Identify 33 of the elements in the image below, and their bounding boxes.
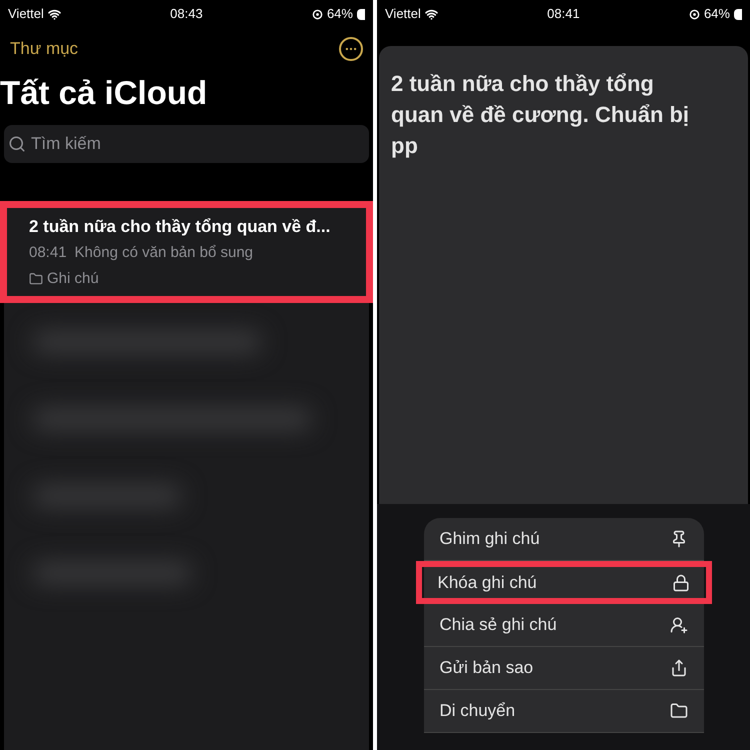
page-title: Tất cả iCloud [0,76,208,108]
note-row[interactable]: 2 tuần nữa cho thầy tổng quan về đ... 08:41 Không có văn bản bổ sung Ghi chú [0,200,373,303]
share-icon [670,659,688,677]
note-title: 2 tuần nữa cho thầy tổng quan về đ... [29,216,332,238]
note-preview-text: 2 tuần nữa cho thầy tổng quan về đề cương. Chuẩn bị pp [391,70,690,160]
status-time: 08:41 [547,5,580,24]
carrier-name: Viettel [385,5,421,24]
orientation-lock-icon [312,8,323,20]
note-preview: Không có văn bản bổ sung [74,243,254,263]
battery-icon [356,8,365,20]
orientation-lock-icon [688,8,700,20]
status-time: 08:43 [170,5,203,24]
lock-icon [672,574,690,592]
menu-item[interactable]: Khóa ghi chú [416,561,712,604]
menu-item[interactable]: Chia sẻ ghi chú [424,604,704,647]
battery-icon [734,8,742,20]
note-time: 08:41 [29,243,67,263]
wifi-icon [48,8,61,20]
folder-icon [670,702,688,720]
search-icon [8,134,26,152]
menu-item[interactable]: Di chuyển [424,690,704,733]
battery-percent: 64% [704,5,730,24]
wifi-icon [424,8,438,20]
menu-item[interactable]: Ghim ghi chú [424,518,704,561]
more-button[interactable] [339,36,363,61]
note-folder: Ghi chú [47,268,99,288]
menu-item[interactable]: Gửi bản sao [424,647,704,690]
battery-percent: 64% [326,5,353,24]
carrier-name: Viettel [8,5,44,24]
back-link[interactable]: Thư mục [10,36,78,62]
share-person-icon [670,616,688,634]
search-field[interactable]: Tìm kiếm [4,124,369,162]
folder-icon [29,272,43,286]
